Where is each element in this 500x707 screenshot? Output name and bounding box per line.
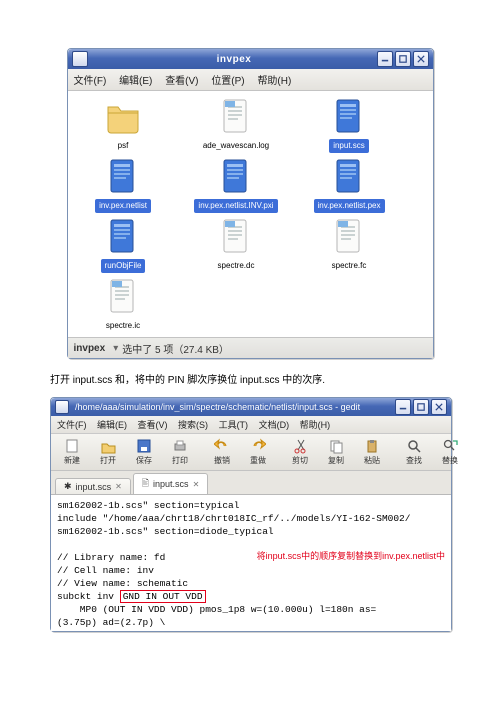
menu-edit[interactable]: 编辑(E): [97, 420, 127, 430]
maximize-button[interactable]: [413, 399, 429, 415]
doc-icon: [218, 97, 254, 137]
titlebar[interactable]: /home/aaa/simulation/inv_sim/spectre/sch…: [51, 398, 451, 416]
重做-button[interactable]: 重做: [241, 436, 275, 468]
menu-places[interactable]: 位置(P): [211, 76, 244, 87]
close-tab-icon[interactable]: ✕: [115, 482, 122, 491]
menu-file[interactable]: 文件(F): [74, 76, 107, 87]
app-icon: [72, 51, 88, 67]
剪切-button[interactable]: 剪切: [283, 436, 317, 468]
toolbar-label: 打印: [172, 455, 188, 466]
file-manager-window: invpex 文件(F) 编辑(E) 查看(V) 位置(P) 帮助(H) psf…: [67, 48, 434, 359]
新建-button[interactable]: 新建: [55, 436, 89, 468]
status-text: 选中了 5 项（27.4 KB）: [122, 341, 229, 356]
file-label: spectre.fc: [328, 259, 371, 273]
file-label: inv.pex.netlist.pex: [314, 199, 385, 213]
tab-label: input.scs: [153, 479, 189, 489]
window-title: /home/aaa/simulation/inv_sim/spectre/sch…: [75, 402, 393, 412]
menu-tools[interactable]: 工具(T): [219, 420, 249, 430]
menu-file[interactable]: 文件(F): [57, 420, 87, 430]
menu-help[interactable]: 帮助(H): [257, 76, 291, 87]
toolbar-label: 粘贴: [364, 455, 380, 466]
复制-button[interactable]: 复制: [319, 436, 353, 468]
粘贴-button[interactable]: 粘贴: [355, 436, 389, 468]
file-item[interactable]: spectre.fc: [302, 217, 397, 273]
撤销-button[interactable]: 撤销: [205, 436, 239, 468]
minimize-button[interactable]: [395, 399, 411, 415]
file-label: runObjFile: [101, 259, 146, 273]
menu-view[interactable]: 查看(V): [138, 420, 168, 430]
titlebar[interactable]: invpex: [68, 49, 433, 69]
chevron-down-icon[interactable]: ▾: [113, 343, 118, 354]
toolbar-label: 保存: [136, 455, 152, 466]
app-icon: [55, 400, 69, 414]
statusbar: invpex ▾ 选中了 5 项（27.4 KB）: [68, 337, 433, 358]
instruction-text: 打开 input.scs 和，将中的 PIN 脚次序换位 input.scs 中…: [50, 373, 450, 389]
file-item[interactable]: spectre.ic: [76, 277, 171, 333]
doc-icon: [105, 277, 141, 317]
blue-icon: [218, 157, 254, 197]
editor-tab[interactable]: 🖹 input.scs ✕: [133, 473, 208, 494]
folder-icon: [105, 97, 141, 137]
file-item[interactable]: inv.pex.netlist: [76, 157, 171, 213]
blue-icon: [105, 157, 141, 197]
editor-tab[interactable]: ✱ input.scs ✕: [55, 478, 131, 494]
close-button[interactable]: [413, 51, 429, 67]
file-item[interactable]: ade_wavescan.log: [189, 97, 284, 153]
file-grid: psf ade_wavescan.log input.scs inv.pex.netl…: [76, 97, 425, 333]
toolbar: 新建打开保存打印撤销重做剪切复制粘贴查找替换: [51, 434, 451, 471]
menu-view[interactable]: 查看(V): [165, 76, 198, 87]
toolbar-label: 替换: [442, 455, 458, 466]
status-path[interactable]: invpex: [74, 343, 106, 354]
toolbar-label: 新建: [64, 455, 80, 466]
打印-button[interactable]: 打印: [163, 436, 197, 468]
close-button[interactable]: [431, 399, 447, 415]
file-item[interactable]: inv.pex.netlist.pex: [302, 157, 397, 213]
blue-icon: [331, 157, 367, 197]
gedit-window: /home/aaa/simulation/inv_sim/spectre/sch…: [50, 397, 452, 632]
menu-search[interactable]: 搜索(S): [178, 420, 208, 430]
minimize-button[interactable]: [377, 51, 393, 67]
file-item[interactable]: input.scs: [302, 97, 397, 153]
file-item[interactable]: inv.pex.netlist.INV.pxi: [189, 157, 284, 213]
file-item[interactable]: spectre.dc: [189, 217, 284, 273]
tab-bar: ✱ input.scs ✕🖹 input.scs ✕: [51, 471, 451, 495]
file-label: input.scs: [329, 139, 369, 153]
close-tab-icon[interactable]: ✕: [193, 480, 200, 489]
toolbar-label: 查找: [406, 455, 422, 466]
highlight-box: GND IN OUT VDD: [120, 590, 206, 603]
file-label: spectre.dc: [214, 259, 259, 273]
window-title: invpex: [94, 54, 375, 65]
file-label: psf: [114, 139, 133, 153]
file-label: spectre.ic: [102, 319, 144, 333]
menu-edit[interactable]: 编辑(E): [119, 76, 152, 87]
menu-help[interactable]: 帮助(H): [300, 420, 331, 430]
text-editor[interactable]: sm162002-1b.scs" section=typical include…: [51, 495, 451, 631]
doc-icon: [218, 217, 254, 257]
menubar: 文件(F) 编辑(E) 查看(V) 搜索(S) 工具(T) 文档(D) 帮助(H…: [51, 416, 451, 434]
file-label: inv.pex.netlist: [95, 199, 151, 213]
maximize-button[interactable]: [395, 51, 411, 67]
doc-icon: [331, 217, 367, 257]
toolbar-label: 打开: [100, 455, 116, 466]
file-item[interactable]: runObjFile: [76, 217, 171, 273]
blue-icon: [105, 217, 141, 257]
file-item[interactable]: psf: [76, 97, 171, 153]
替换-button[interactable]: 替换: [433, 436, 467, 468]
file-label: inv.pex.netlist.INV.pxi: [194, 199, 277, 213]
打开-button[interactable]: 打开: [91, 436, 125, 468]
file-label: ade_wavescan.log: [199, 139, 273, 153]
toolbar-label: 撤销: [214, 455, 230, 466]
保存-button[interactable]: 保存: [127, 436, 161, 468]
toolbar-label: 剪切: [292, 455, 308, 466]
annotation-text: 将input.scs中的顺序复制替换到inv.pex.netlist中: [257, 550, 445, 563]
toolbar-label: 重做: [250, 455, 266, 466]
查找-button[interactable]: 查找: [397, 436, 431, 468]
tab-label: input.scs: [76, 482, 112, 492]
toolbar-label: 复制: [328, 455, 344, 466]
menubar: 文件(F) 编辑(E) 查看(V) 位置(P) 帮助(H): [68, 69, 433, 91]
blue-icon: [331, 97, 367, 137]
menu-docs[interactable]: 文档(D): [259, 420, 290, 430]
